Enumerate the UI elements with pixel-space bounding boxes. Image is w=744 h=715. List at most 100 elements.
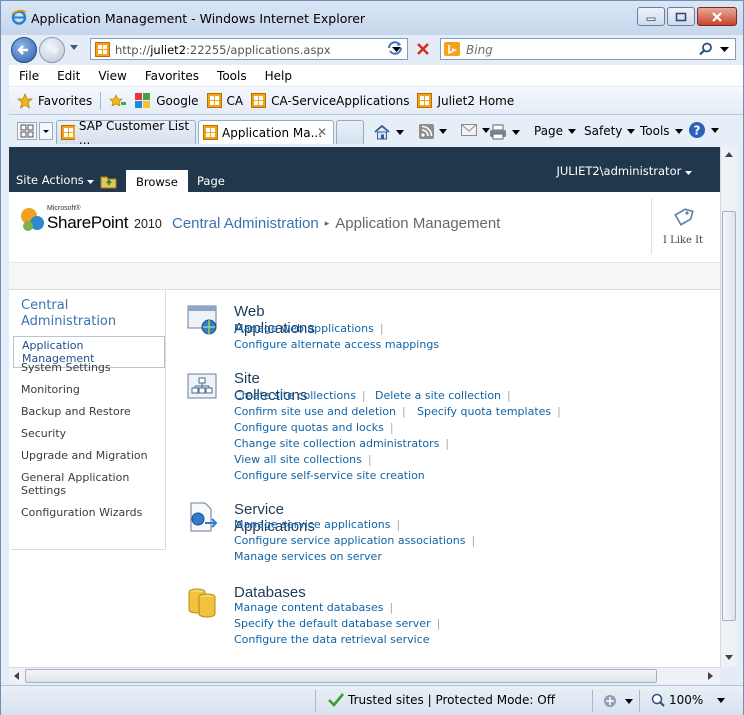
site-actions-menu[interactable]: Site Actions — [16, 173, 95, 187]
link-manage-web-applications[interactable]: Manage web applications | — [234, 322, 384, 335]
link-separator: | — [507, 389, 511, 402]
link-text: View all site collections — [234, 453, 362, 466]
forward-button[interactable] — [39, 37, 65, 63]
safety-menu[interactable]: Safety — [584, 124, 636, 138]
link-text: Delete a site collection — [375, 389, 502, 402]
link-manage-services-on-server[interactable]: Manage services on server — [234, 550, 382, 563]
tab-sap-customer-list[interactable]: SAP Customer List ... — [56, 119, 196, 147]
search-options-dropdown-icon[interactable] — [720, 47, 729, 53]
favorite-google[interactable]: Google — [135, 92, 199, 109]
chevron-down-icon — [627, 128, 636, 134]
link-manage-content-databases[interactable]: Manage content databases | — [234, 601, 393, 614]
link-configure-quotas-and-locks[interactable]: Configure quotas and locks | — [234, 421, 394, 434]
scroll-up-icon[interactable] — [725, 152, 733, 157]
link-confirm-site-use-and-deletion[interactable]: Confirm site use and deletion | — [234, 405, 406, 418]
ribbon-tab-browse[interactable]: Browse — [125, 169, 189, 192]
link-configure-alternate-access-mappings[interactable]: Configure alternate access mappings — [234, 338, 439, 351]
favorites-button[interactable]: Favorites — [17, 92, 92, 109]
search-icon[interactable] — [699, 42, 713, 56]
zoom-control[interactable]: 100% — [651, 693, 726, 707]
add-to-favorites-bar-icon[interactable] — [109, 93, 127, 109]
favorite-ca[interactable]: CA — [206, 93, 243, 108]
rss-feed-icon — [419, 124, 434, 139]
security-zone[interactable]: Trusted sites | Protected Mode: Off — [328, 693, 555, 707]
favorite-ca-serviceapplications[interactable]: CA-ServiceApplications — [251, 93, 409, 108]
page-menu[interactable]: Page — [534, 124, 577, 138]
link-view-all-site-collections[interactable]: View all site collections | — [234, 453, 372, 466]
menu-help[interactable]: Help — [255, 69, 300, 83]
menu-favorites[interactable]: Favorites — [135, 69, 207, 83]
sharepoint-ribbon: Site Actions Browse Page JULIET2\adminis… — [9, 147, 720, 192]
user-menu[interactable]: JULIET2\administrator — [556, 164, 692, 178]
i-like-it-button[interactable]: I Like It — [651, 198, 713, 254]
nav-general-application-settings[interactable]: General Application Settings — [21, 471, 161, 497]
scroll-right-icon[interactable] — [708, 672, 713, 680]
site-collections-icon — [187, 373, 217, 399]
chevron-down-icon[interactable] — [625, 699, 633, 704]
url-host: juliet2 — [150, 43, 187, 57]
navigate-up-icon[interactable] — [100, 173, 118, 189]
read-mail-button[interactable] — [461, 124, 490, 136]
print-button[interactable] — [489, 124, 520, 140]
link-configure-self-service-site-creation[interactable]: Configure self-service site creation — [234, 469, 425, 482]
link-manage-service-applications[interactable]: Manage service applications | — [234, 518, 400, 531]
close-tab-button[interactable]: ✕ — [317, 125, 327, 139]
vertical-scrollbar[interactable] — [720, 147, 737, 667]
tools-menu[interactable]: Tools — [640, 124, 683, 138]
maximize-button[interactable] — [667, 7, 695, 26]
home-button[interactable] — [373, 124, 404, 140]
address-bar[interactable]: http://juliet2:22255/applications.aspx — [90, 38, 408, 60]
nav-system-settings[interactable]: System Settings — [21, 361, 161, 374]
horizontal-scroll-thumb[interactable] — [25, 669, 657, 683]
popup-blocker-icon[interactable] — [601, 693, 619, 709]
tab-application-management[interactable]: Application Ma... ✕ — [198, 120, 334, 144]
favorite-juliet2-home[interactable]: Juliet2 Home — [417, 93, 514, 108]
compatibility-view-icon[interactable] — [386, 39, 404, 57]
quick-tabs-button[interactable] — [17, 122, 37, 140]
nav-monitoring[interactable]: Monitoring — [21, 383, 161, 396]
link-delete-a-site-collection[interactable]: Delete a site collection | — [375, 389, 511, 402]
link-configure-service-application-associations[interactable]: Configure service application associatio… — [234, 534, 475, 547]
status-bar: Trusted sites | Protected Mode: Off 100% — [1, 685, 743, 715]
nav-configuration-wizards[interactable]: Configuration Wizards — [21, 506, 161, 519]
close-window-button[interactable] — [697, 7, 737, 26]
help-icon: ? — [689, 122, 705, 138]
menu-edit[interactable]: Edit — [47, 69, 88, 83]
link-configure-the-data-retrieval-service[interactable]: Configure the data retrieval service — [234, 633, 430, 646]
stop-icon[interactable] — [412, 38, 434, 60]
ribbon-tab-page[interactable]: Page — [187, 169, 235, 192]
nav-security[interactable]: Security — [21, 427, 161, 440]
recent-pages-dropdown-icon[interactable] — [69, 44, 79, 52]
menu-file[interactable]: File — [9, 69, 47, 83]
vertical-scroll-thumb[interactable] — [722, 211, 736, 621]
nav-backup-and-restore[interactable]: Backup and Restore — [21, 405, 161, 418]
scroll-left-icon[interactable] — [14, 672, 19, 680]
search-box[interactable]: Bing — [440, 38, 736, 60]
link-specify-quota-templates[interactable]: Specify quota templates | — [417, 405, 561, 418]
link-change-site-collection-administrators[interactable]: Change site collection administrators | — [234, 437, 449, 450]
minimize-button[interactable] — [637, 7, 665, 26]
link-create-site-collections[interactable]: Create site collections | — [234, 389, 366, 402]
tab-list-button[interactable] — [39, 122, 53, 140]
link-separator: | — [367, 453, 372, 466]
nav-upgrade-and-migration[interactable]: Upgrade and Migration — [21, 449, 161, 462]
link-separator: | — [402, 405, 406, 418]
favorite-juliet2-home-label: Juliet2 Home — [437, 93, 515, 108]
menu-tools[interactable]: Tools — [207, 69, 255, 83]
url-scheme: http:// — [115, 43, 151, 57]
link-specify-the-default-database-server[interactable]: Specify the default database server | — [234, 617, 440, 630]
scroll-down-icon[interactable] — [725, 655, 733, 660]
tab-bar: SAP Customer List ... Application Ma... … — [9, 116, 743, 147]
quick-launch-heading[interactable]: Central Administration — [21, 298, 161, 330]
back-button[interactable] — [11, 37, 37, 63]
chevron-down-icon — [512, 129, 520, 135]
menu-view[interactable]: View — [88, 69, 134, 83]
chevron-down-icon — [711, 127, 719, 133]
feeds-button[interactable] — [419, 124, 447, 139]
new-tab-button[interactable] — [336, 120, 364, 144]
link-text: Manage web applications — [234, 322, 374, 335]
horizontal-scrollbar[interactable] — [9, 667, 720, 684]
breadcrumb-central-administration[interactable]: Central Administration — [172, 215, 319, 232]
address-url: http://juliet2:22255/applications.aspx — [115, 43, 331, 57]
help-button[interactable]: ? — [688, 121, 719, 139]
